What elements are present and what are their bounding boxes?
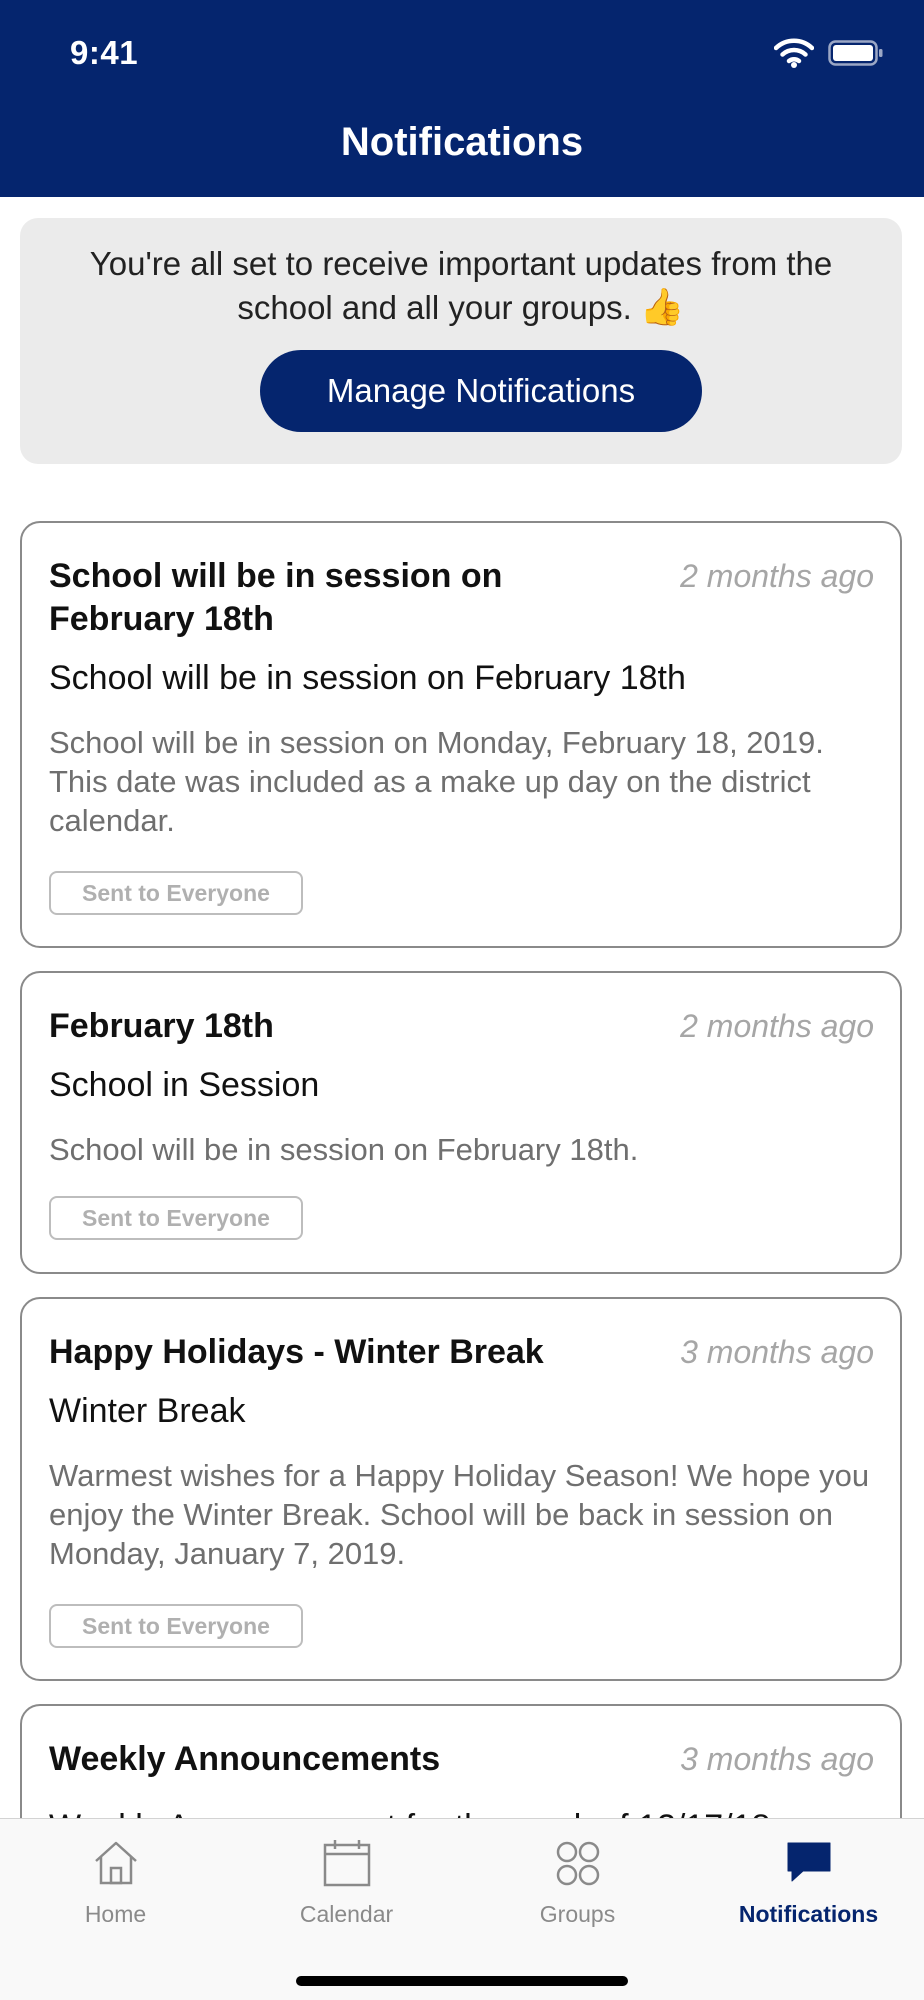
- calendar-icon: [321, 1837, 373, 1889]
- header: 9:41 Notifications: [0, 0, 924, 197]
- notification-subtitle: School will be in session on February 18…: [49, 659, 686, 697]
- home-indicator: [296, 1976, 628, 1986]
- notification-title: School will be in session on February 18…: [49, 557, 503, 638]
- tab-notifications[interactable]: Notifications: [693, 1819, 924, 1939]
- notification-time: 3 months ago: [680, 1741, 874, 1777]
- notification-body: Warmest wishes for a Happy Holiday Seaso…: [49, 1458, 870, 1571]
- audience-badge: Sent to Everyone: [49, 871, 303, 915]
- tab-label: Groups: [539, 1901, 616, 1927]
- tab-home[interactable]: Home: [0, 1819, 231, 1939]
- chat-bubble-icon: [783, 1837, 835, 1889]
- tab-label: Calendar: [299, 1901, 394, 1927]
- notification-card[interactable]: School will be in session on February 18…: [20, 521, 902, 948]
- notifications-screen: 9:41 Notifications You're all set to rec…: [0, 0, 924, 2000]
- notification-time: 2 months ago: [680, 1008, 874, 1044]
- audience-badge: Sent to Everyone: [49, 1196, 303, 1240]
- manage-notifications-button[interactable]: Manage Notifications: [260, 350, 702, 432]
- notification-settings-banner: You're all set to receive important upda…: [20, 218, 902, 464]
- banner-message-wrapper: You're all set to receive important upda…: [40, 242, 882, 329]
- notification-card[interactable]: February 18th 2 months ago School in Ses…: [20, 971, 902, 1274]
- notification-title: Happy Holidays - Winter Break: [49, 1333, 544, 1371]
- tab-groups[interactable]: Groups: [462, 1819, 693, 1939]
- wifi-icon: [774, 38, 814, 68]
- notification-subtitle: Winter Break: [49, 1392, 246, 1430]
- audience-badge: Sent to Everyone: [49, 1604, 303, 1648]
- battery-icon: [828, 40, 884, 66]
- notification-subtitle: School in Session: [49, 1066, 320, 1104]
- notification-body: School will be in session on February 18…: [49, 1132, 639, 1167]
- tab-bar: Home Calendar Groups Notifications: [0, 1818, 924, 2000]
- banner-message: You're all set to receive important upda…: [89, 245, 833, 326]
- status-time: 9:41: [70, 34, 139, 71]
- notification-card[interactable]: Happy Holidays - Winter Break 3 months a…: [20, 1297, 902, 1681]
- notification-title: Weekly Announcements: [49, 1740, 441, 1778]
- notification-time: 3 months ago: [680, 1334, 874, 1370]
- notification-time: 2 months ago: [680, 558, 874, 594]
- notification-body: School will be in session on Monday, Feb…: [49, 725, 824, 838]
- tab-label: Home: [84, 1901, 147, 1927]
- groups-icon: [552, 1837, 604, 1889]
- thumbs-up-icon: 👍: [639, 286, 685, 327]
- status-icons: [774, 38, 884, 68]
- tab-label: Notifications: [738, 1901, 879, 1927]
- notification-title: February 18th: [49, 1007, 274, 1045]
- home-icon: [90, 1837, 142, 1889]
- page-title: Notifications: [340, 120, 584, 164]
- tab-calendar[interactable]: Calendar: [231, 1819, 462, 1939]
